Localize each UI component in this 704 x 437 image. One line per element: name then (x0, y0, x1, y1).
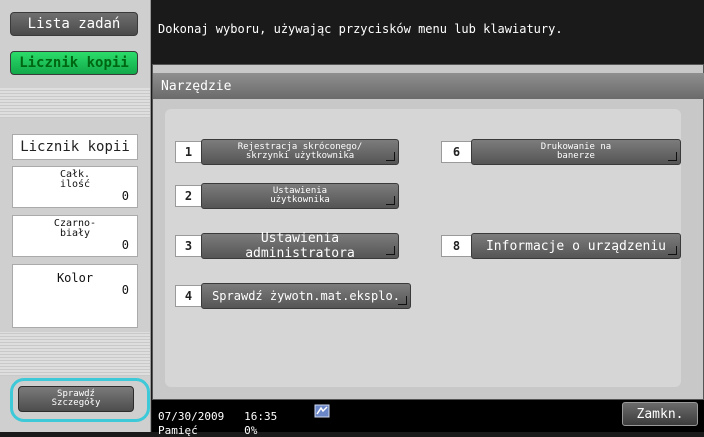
total-count-value: 0 (121, 189, 129, 203)
job-list-button[interactable]: Lista zadań (10, 12, 138, 36)
device-info-button[interactable]: Informacje o urządzeniu (471, 233, 681, 259)
memory-value: 0% (244, 424, 258, 437)
utility-panel: Narzędzie 1 Rejestracja skróconego/ skrz… (152, 64, 704, 400)
color-count-label: Kolor (56, 271, 94, 285)
panel-title: Narzędzie (153, 73, 704, 99)
copy-counter-button[interactable]: Licznik kopii (10, 51, 138, 75)
date-text: 07/30/2009 (158, 410, 225, 423)
menu-item-number: 1 (175, 141, 201, 163)
memory-status: Pamięć 0% (158, 424, 257, 437)
menu-item-1[interactable]: 1 Rejestracja skróconego/ skrzynki użytk… (175, 139, 399, 165)
instruction-message: Dokonaj wyboru, używając przycisków menu… (158, 22, 563, 36)
network-icon (314, 404, 330, 418)
color-count-box: Kolor 0 (12, 264, 138, 328)
time-text: 16:35 (244, 410, 278, 423)
menu-item-number: 4 (175, 285, 201, 307)
menu-item-number: 2 (175, 185, 201, 207)
menu-item-3[interactable]: 3 Ustawienia administratora (175, 231, 399, 261)
user-settings-button[interactable]: Ustawienia użytkownika (201, 183, 399, 209)
color-count-value: 0 (121, 283, 129, 297)
status-bar: 07/30/2009 16:35 Pamięć 0% Zamkn. (152, 400, 704, 437)
banner-printing-button[interactable]: Drukowanie na banerze (471, 139, 681, 165)
total-count-label: Całk. ilość (59, 169, 91, 190)
memory-label: Pamięć (158, 424, 198, 437)
counter-section-title: Licznik kopii (12, 134, 138, 160)
bw-count-box: Czarno- biały 0 (12, 215, 138, 257)
sidebar-divider-bottom (0, 332, 150, 376)
bw-count-label: Czarno- biały (53, 218, 97, 239)
close-button[interactable]: Zamkn. (622, 402, 698, 426)
menu-item-8[interactable]: 8 Informacje o urządzeniu (441, 233, 681, 259)
sidebar: Lista zadań Licznik kopii Licznik kopii … (0, 0, 151, 432)
menu-area: 1 Rejestracja skróconego/ skrzynki użytk… (165, 109, 681, 387)
admin-settings-button[interactable]: Ustawienia administratora (201, 231, 399, 261)
check-details-button[interactable]: Sprawdź Szczegóły (18, 386, 134, 412)
menu-item-number: 3 (175, 235, 201, 257)
menu-item-4[interactable]: 4 Sprawdź żywotn.mat.eksplo. (175, 283, 411, 309)
menu-item-6[interactable]: 6 Drukowanie na banerze (441, 139, 681, 165)
total-count-box: Całk. ilość 0 (12, 166, 138, 208)
check-consumables-button[interactable]: Sprawdź żywotn.mat.eksplo. (201, 283, 411, 309)
menu-item-2[interactable]: 2 Ustawienia użytkownika (175, 183, 399, 209)
short-registration-button[interactable]: Rejestracja skróconego/ skrzynki użytkow… (201, 139, 399, 165)
menu-item-number: 8 (441, 235, 471, 257)
menu-item-number: 6 (441, 141, 471, 163)
bw-count-value: 0 (121, 238, 129, 252)
datetime: 07/30/2009 16:35 (158, 410, 277, 423)
sidebar-divider (0, 88, 150, 118)
